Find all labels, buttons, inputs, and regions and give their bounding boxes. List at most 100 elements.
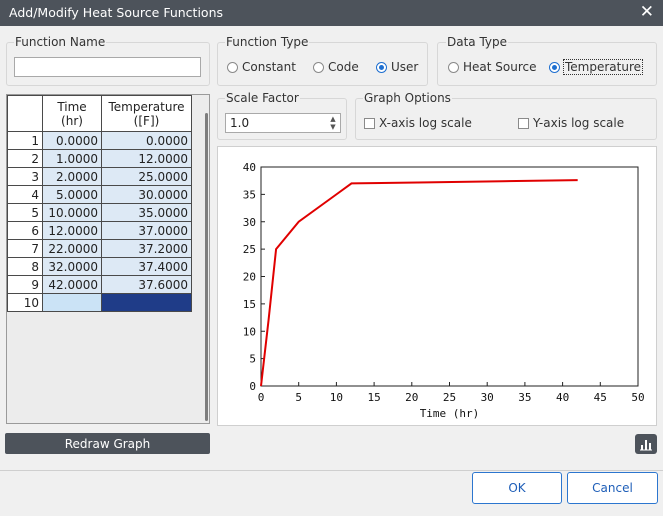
chart-svg: 0 5 10 15 20 25 30 35 40 45 50 0 5 10 15 20 25 30 35 40 Time…: [243, 161, 645, 420]
table-row[interactable]: 5 10.0000 35.0000: [7, 203, 192, 222]
scale-factor-spinner[interactable]: ▲ ▼: [327, 113, 339, 133]
radio-heat-source[interactable]: Heat Source: [448, 60, 537, 74]
radio-code[interactable]: Code: [313, 60, 359, 74]
table-row[interactable]: 6 12.0000 37.0000: [7, 221, 192, 240]
scale-factor-input[interactable]: [225, 113, 341, 133]
radio-constant-label: Constant: [242, 60, 296, 74]
spin-up-icon[interactable]: ▲: [330, 115, 335, 123]
table-row[interactable]: 4 5.0000 30.0000: [7, 185, 192, 204]
cell-temperature[interactable]: 30.0000: [101, 185, 192, 204]
x-tick-label: 45: [594, 391, 607, 404]
x-tick-label: 50: [631, 391, 644, 404]
radio-code-dot[interactable]: [313, 61, 324, 73]
cell-temperature[interactable]: 37.4000: [101, 257, 192, 276]
cell-temperature[interactable]: 35.0000: [101, 203, 192, 222]
row-number[interactable]: 5: [7, 203, 43, 222]
y-log-label: Y-axis log scale: [533, 116, 625, 130]
table-row[interactable]: 2 1.0000 12.0000: [7, 149, 192, 168]
radio-user-label: User: [391, 60, 419, 74]
cancel-button[interactable]: Cancel: [567, 472, 658, 504]
radio-user-dot[interactable]: [376, 61, 387, 73]
cell-time[interactable]: [42, 293, 102, 312]
grid-scrollbar-thumb[interactable]: [205, 113, 208, 421]
x-tick-label: 40: [556, 391, 569, 404]
x-tick-label: 35: [518, 391, 531, 404]
cell-temperature[interactable]: 25.0000: [101, 167, 192, 186]
cell-time[interactable]: 5.0000: [42, 185, 102, 204]
close-icon[interactable]: ✕: [640, 2, 654, 22]
cell-temperature[interactable]: [101, 293, 192, 312]
title-bar: Add/Modify Heat Source Functions ✕: [0, 0, 663, 26]
redraw-graph-label: Redraw Graph: [64, 436, 151, 451]
x-tick-label: 5: [295, 391, 302, 404]
row-number[interactable]: 9: [7, 275, 43, 294]
redraw-graph-button[interactable]: Redraw Graph: [5, 433, 210, 454]
scale-factor-label: Scale Factor: [225, 91, 300, 105]
footer-divider: [0, 470, 663, 471]
ok-button[interactable]: OK: [472, 472, 562, 504]
cell-time[interactable]: 22.0000: [42, 239, 102, 258]
function-name-input[interactable]: [14, 57, 201, 77]
row-number[interactable]: 4: [7, 185, 43, 204]
y-tick-label: 40: [243, 161, 256, 174]
radio-temperature[interactable]: Temperature: [549, 59, 644, 75]
ok-label: OK: [508, 481, 526, 495]
table-row[interactable]: 1 0.0000 0.0000: [7, 131, 192, 150]
cell-temperature[interactable]: 37.6000: [101, 275, 192, 294]
radio-user[interactable]: User: [376, 60, 418, 74]
row-number[interactable]: 1: [7, 131, 43, 150]
y-tick-label: 25: [243, 243, 256, 256]
header-time[interactable]: Time (hr): [42, 95, 102, 132]
row-number[interactable]: 7: [7, 239, 43, 258]
table-row[interactable]: 3 2.0000 25.0000: [7, 167, 192, 186]
radio-constant-dot[interactable]: [227, 61, 238, 73]
row-number[interactable]: 8: [7, 257, 43, 276]
radio-heat-source-dot[interactable]: [448, 61, 459, 73]
y-tick-label: 5: [249, 353, 256, 366]
window-title: Add/Modify Heat Source Functions: [9, 5, 224, 20]
data-type-label: Data Type: [446, 35, 509, 49]
cell-temperature[interactable]: 12.0000: [101, 149, 192, 168]
y-log-checkbox[interactable]: Y-axis log scale: [518, 116, 624, 130]
table-row-new[interactable]: 10: [7, 293, 192, 312]
y-log-box[interactable]: [518, 117, 529, 129]
y-tick-label: 30: [243, 216, 256, 229]
data-grid[interactable]: Time (hr) Temperature ([F]) 1 0.0000 0.000…: [6, 94, 210, 424]
row-number[interactable]: 10: [7, 293, 43, 312]
table-row[interactable]: 9 42.0000 37.6000: [7, 275, 192, 294]
cell-time[interactable]: 2.0000: [42, 167, 102, 186]
table-row[interactable]: 7 22.0000 37.2000: [7, 239, 192, 258]
cell-time[interactable]: 32.0000: [42, 257, 102, 276]
function-type-label: Function Type: [225, 35, 310, 49]
cell-time[interactable]: 0.0000: [42, 131, 102, 150]
cell-temperature[interactable]: 37.0000: [101, 221, 192, 240]
cell-time[interactable]: 10.0000: [42, 203, 102, 222]
radio-constant[interactable]: Constant: [227, 60, 296, 74]
x-tick-label: 25: [443, 391, 456, 404]
y-tick-label: 20: [243, 271, 256, 284]
x-tick-label: 10: [330, 391, 343, 404]
bar-chart-icon[interactable]: [635, 434, 657, 454]
y-tick-label: 15: [243, 298, 256, 311]
row-number[interactable]: 3: [7, 167, 43, 186]
x-log-checkbox[interactable]: X-axis log scale: [364, 116, 472, 130]
y-tick-label: 0: [249, 380, 256, 393]
plot-frame: [260, 166, 639, 387]
cell-time[interactable]: 42.0000: [42, 275, 102, 294]
x-log-box[interactable]: [364, 117, 375, 129]
x-tick-label: 15: [367, 391, 380, 404]
cell-time[interactable]: 1.0000: [42, 149, 102, 168]
spin-down-icon[interactable]: ▼: [330, 123, 335, 131]
grid-scrollbar[interactable]: [204, 95, 209, 423]
row-number[interactable]: 2: [7, 149, 43, 168]
row-number[interactable]: 6: [7, 221, 43, 240]
y-tick-label: 10: [243, 325, 256, 338]
cell-temperature[interactable]: 37.2000: [101, 239, 192, 258]
cell-temperature[interactable]: 0.0000: [101, 131, 192, 150]
header-temperature[interactable]: Temperature ([F]): [101, 95, 192, 132]
table-row[interactable]: 8 32.0000 37.4000: [7, 257, 192, 276]
radio-temperature-dot[interactable]: [549, 61, 560, 73]
cell-time[interactable]: 12.0000: [42, 221, 102, 240]
radio-temperature-label: Temperature: [562, 59, 644, 75]
x-axis-label: Time (hr): [420, 407, 480, 420]
